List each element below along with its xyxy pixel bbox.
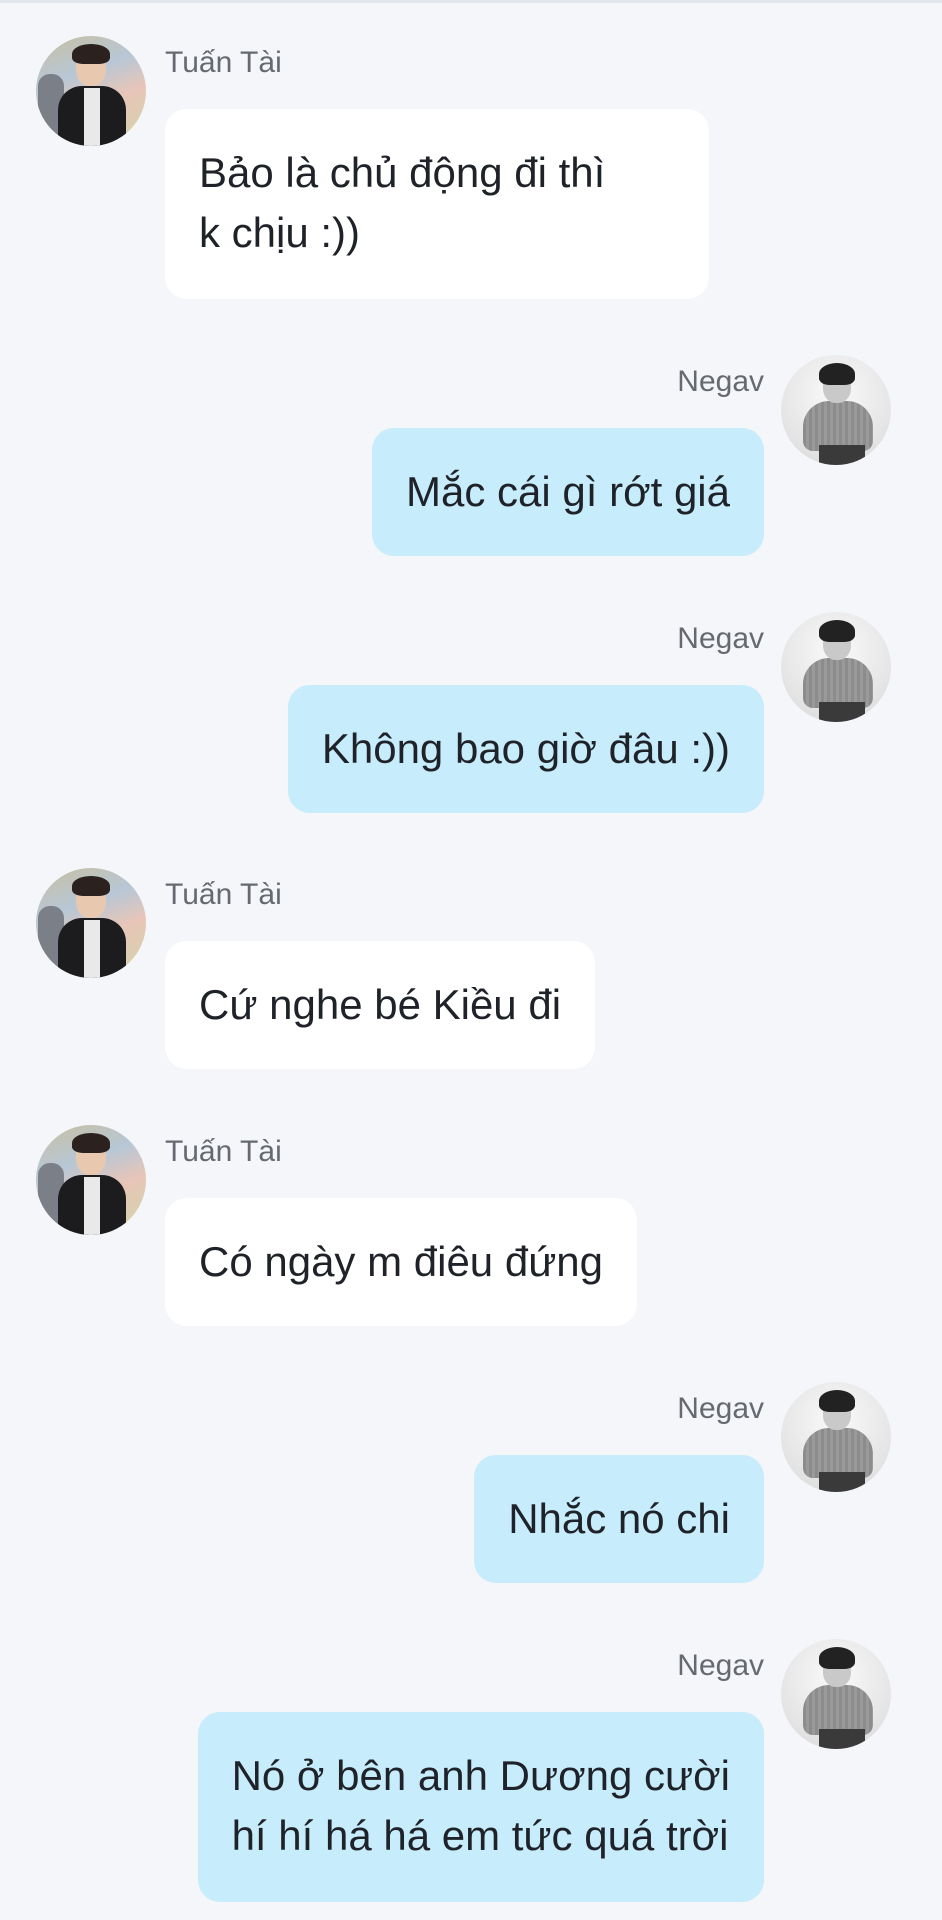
message-text: Bảo là chủ động đi thì [199,149,606,196]
sender-name: Tuấn Tài [165,878,282,911]
message-text: Cứ nghe bé Kiều đi [199,981,562,1028]
negav-avatar[interactable] [781,1639,891,1749]
message-bubble[interactable]: Nhắc nó chi [474,1455,764,1583]
negav-avatar[interactable] [781,1382,891,1492]
tuan-tai-avatar[interactable] [36,1125,146,1235]
sender-name: Negav [677,1649,764,1682]
negav-avatar[interactable] [781,612,891,722]
tuan-tai-avatar[interactable] [36,36,146,146]
message-bubble[interactable]: Có ngày m điêu đứng [165,1198,638,1326]
sender-name: Tuấn Tài [165,46,282,79]
chat-thread[interactable]: Tuấn Tài Bảo là chủ động đi thì k chịu :… [0,0,942,1920]
message-bubble[interactable]: Mắc cái gì rớt giá [372,428,764,556]
message-bubble[interactable]: Không bao giờ đâu :)) [287,685,764,813]
message-bubble[interactable]: Bảo là chủ động đi thì k chịu :)) [165,109,709,299]
sender-name: Negav [677,1392,764,1425]
message-text: Có ngày m điêu đứng [199,1238,604,1285]
message-text: hí hí há há em tức quá trời [231,1812,729,1859]
sender-name: Negav [677,365,764,398]
message-text: Nó ở bên anh Dương cười [231,1752,730,1799]
message-text: Nhắc nó chi [508,1495,730,1542]
sender-name: Tuấn Tài [165,1135,282,1168]
message-bubble[interactable]: Nó ở bên anh Dương cười hí hí há há em t… [197,1712,764,1902]
message-bubble[interactable]: Cứ nghe bé Kiều đi [165,941,596,1069]
message-text: Mắc cái gì rớt giá [406,468,730,515]
message-text: k chịu :)) [199,209,361,256]
sender-name: Negav [677,622,764,655]
negav-avatar[interactable] [781,355,891,465]
tuan-tai-avatar[interactable] [36,868,146,978]
message-text: Không bao giờ đâu :)) [321,725,730,772]
